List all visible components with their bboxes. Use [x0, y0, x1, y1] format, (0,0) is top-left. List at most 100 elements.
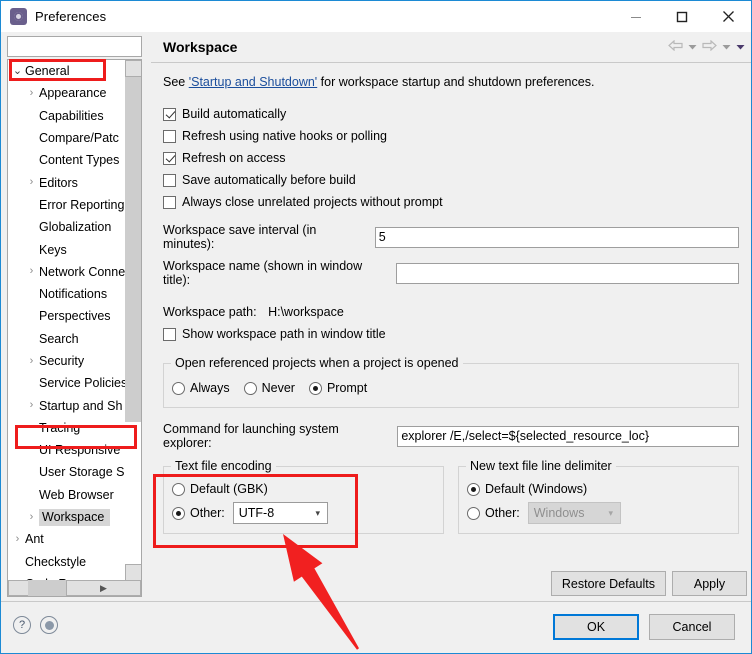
- preferences-gear-icon: [10, 8, 27, 25]
- checkbox[interactable]: [163, 107, 176, 121]
- encoding-groups: Text file encoding Default (GBK) Other: …: [163, 459, 739, 534]
- sidebar-item-web-browser[interactable]: Web Browser: [8, 484, 127, 506]
- sidebar-item-workspace[interactable]: › Workspace: [8, 506, 127, 528]
- chevron-right-icon[interactable]: ›: [24, 355, 39, 367]
- radio-always[interactable]: [172, 381, 185, 395]
- sidebar-item-editors[interactable]: › Editors: [8, 171, 127, 193]
- sidebar-item-globalization[interactable]: Globalization: [8, 216, 127, 238]
- chevron-right-icon[interactable]: ›: [10, 533, 25, 545]
- ok-button[interactable]: OK: [553, 614, 639, 640]
- save-interval-input[interactable]: [374, 226, 739, 248]
- back-menu-chevron-down-icon[interactable]: [688, 41, 697, 54]
- sidebar-item-error-reporting[interactable]: Error Reporting: [8, 194, 127, 216]
- checkbox-row[interactable]: Always close unrelated projects without …: [163, 191, 739, 213]
- forward-arrow-icon[interactable]: [702, 39, 717, 54]
- delimiter-default-row[interactable]: Default (Windows): [467, 479, 730, 499]
- chevron-down-icon[interactable]: ⌄: [10, 65, 25, 77]
- chevron-right-icon[interactable]: ›: [24, 177, 39, 188]
- tree-vertical-scrollbar[interactable]: ▲ ▼: [125, 60, 141, 581]
- sidebar-item-general[interactable]: ⌄ General: [8, 60, 127, 82]
- scroll-up-icon[interactable]: ▲: [125, 60, 141, 77]
- delimiter-default-radio[interactable]: [467, 482, 480, 496]
- sidebar-item-label: Capabilities: [39, 108, 104, 123]
- radio-prompt[interactable]: [308, 381, 322, 395]
- chevron-right-icon[interactable]: ›: [24, 400, 39, 411]
- cancel-button[interactable]: Cancel: [649, 614, 735, 640]
- sidebar-item-notifications[interactable]: Notifications: [8, 283, 127, 305]
- sidebar-item-keys[interactable]: Keys: [8, 238, 127, 260]
- restore-defaults-button[interactable]: Restore Defaults: [550, 571, 666, 596]
- radio-label-prompt: Prompt: [326, 381, 368, 395]
- view-menu-chevron-down-filled-icon[interactable]: [736, 41, 745, 54]
- content-body: See 'Startup and Shutdown' for workspace…: [151, 63, 751, 573]
- minimize-button[interactable]: [613, 1, 659, 32]
- checkbox-row[interactable]: Save automatically before build: [163, 169, 739, 191]
- sidebar-item-service-policies[interactable]: Service Policies: [8, 372, 127, 394]
- scroll-down-icon[interactable]: ▼: [125, 564, 141, 581]
- sidebar-item-label: Search: [39, 331, 79, 346]
- filter-field[interactable]: [7, 36, 142, 57]
- encoding-combo[interactable]: UTF-8 ▾: [232, 502, 328, 524]
- sidebar-item-tracing[interactable]: Tracing: [8, 417, 127, 439]
- chevron-right-icon[interactable]: ›: [24, 266, 39, 277]
- forward-menu-chevron-down-icon[interactable]: [722, 41, 731, 54]
- sidebar-item-appearance[interactable]: › Appearance: [8, 82, 127, 104]
- sidebar-item-label: Error Reporting: [39, 197, 125, 212]
- sidebar-item-label: Perspectives: [39, 309, 111, 324]
- checkbox-label: Refresh on access: [182, 151, 286, 165]
- checkbox-row[interactable]: Refresh using native hooks or polling: [163, 125, 739, 147]
- encoding-default-radio[interactable]: [172, 482, 185, 496]
- chevron-right-icon[interactable]: ›: [24, 511, 39, 523]
- scroll-right-icon[interactable]: ▶: [66, 580, 141, 596]
- sidebar-item-compare-patc[interactable]: Compare/Patc: [8, 127, 127, 149]
- scroll-thumb-vertical[interactable]: [125, 77, 141, 422]
- filled-circle-icon[interactable]: [40, 616, 58, 634]
- sidebar-item-perspectives[interactable]: Perspectives: [8, 305, 127, 327]
- sidebar-item-label: Content Types: [39, 153, 120, 168]
- tree-horizontal-scrollbar[interactable]: ◀ ▶: [8, 580, 141, 596]
- sidebar-item-network-conne[interactable]: › Network Conne: [8, 261, 127, 283]
- checkbox[interactable]: [163, 151, 176, 165]
- radio-never[interactable]: [243, 381, 257, 395]
- encoding-combo-chevron-down-icon[interactable]: ▾: [309, 508, 327, 519]
- checkbox[interactable]: [163, 195, 176, 209]
- intro-text: See 'Startup and Shutdown' for workspace…: [163, 75, 739, 89]
- encoding-other-radio[interactable]: [172, 506, 185, 520]
- back-arrow-icon[interactable]: [668, 39, 683, 54]
- delimiter-other-row[interactable]: Other: Windows ▾: [467, 501, 730, 525]
- preference-tree[interactable]: ⌄ General › Appearance Capabilities Compare/P…: [7, 59, 142, 597]
- sidebar-item-content-types[interactable]: Content Types: [8, 149, 127, 171]
- sidebar-item-user-storage-s[interactable]: User Storage S: [8, 461, 127, 483]
- show-path-checkbox[interactable]: [163, 327, 176, 341]
- sidebar-item-checkstyle[interactable]: Checkstyle: [8, 551, 127, 573]
- system-explorer-input[interactable]: [397, 425, 739, 447]
- sidebar-item-startup-and-sh[interactable]: › Startup and Sh: [8, 394, 127, 416]
- page-nav-icons: [668, 39, 745, 54]
- delimiter-other-radio[interactable]: [467, 506, 480, 520]
- checkbox[interactable]: [163, 173, 176, 187]
- encoding-other-row[interactable]: Other: UTF-8 ▾: [172, 501, 435, 525]
- question-mark-icon[interactable]: ?: [13, 616, 31, 634]
- encoding-default-label: Default (GBK): [190, 482, 268, 496]
- sidebar-item-ant[interactable]: › Ant: [8, 528, 127, 550]
- startup-shutdown-link[interactable]: 'Startup and Shutdown': [189, 75, 317, 89]
- show-path-checkbox-row[interactable]: Show workspace path in window title: [163, 323, 739, 345]
- sidebar-item-search[interactable]: Search: [8, 328, 127, 350]
- checkbox-row[interactable]: Refresh on access: [163, 147, 739, 169]
- encoding-default-row[interactable]: Default (GBK): [172, 479, 435, 499]
- content-pane: Workspace See 'Startup and Shutdown' for…: [151, 32, 751, 602]
- search-input[interactable]: [8, 37, 141, 56]
- delimiter-other-label: Other:: [485, 506, 520, 520]
- sidebar-item-capabilities[interactable]: Capabilities: [8, 105, 127, 127]
- chevron-right-icon[interactable]: ›: [24, 87, 39, 99]
- encoding-combo-value: UTF-8: [238, 506, 275, 520]
- close-button[interactable]: [705, 1, 751, 32]
- workspace-name-input[interactable]: [396, 262, 739, 284]
- checkbox-row[interactable]: Build automatically: [163, 103, 739, 125]
- sidebar-item-security[interactable]: › Security: [8, 350, 127, 372]
- sidebar-item-label: Web Browser: [39, 487, 114, 502]
- checkbox[interactable]: [163, 129, 176, 143]
- maximize-button[interactable]: [659, 1, 705, 32]
- sidebar-item-ui-responsive[interactable]: UI Responsive: [8, 439, 127, 461]
- apply-button[interactable]: Apply: [672, 571, 747, 596]
